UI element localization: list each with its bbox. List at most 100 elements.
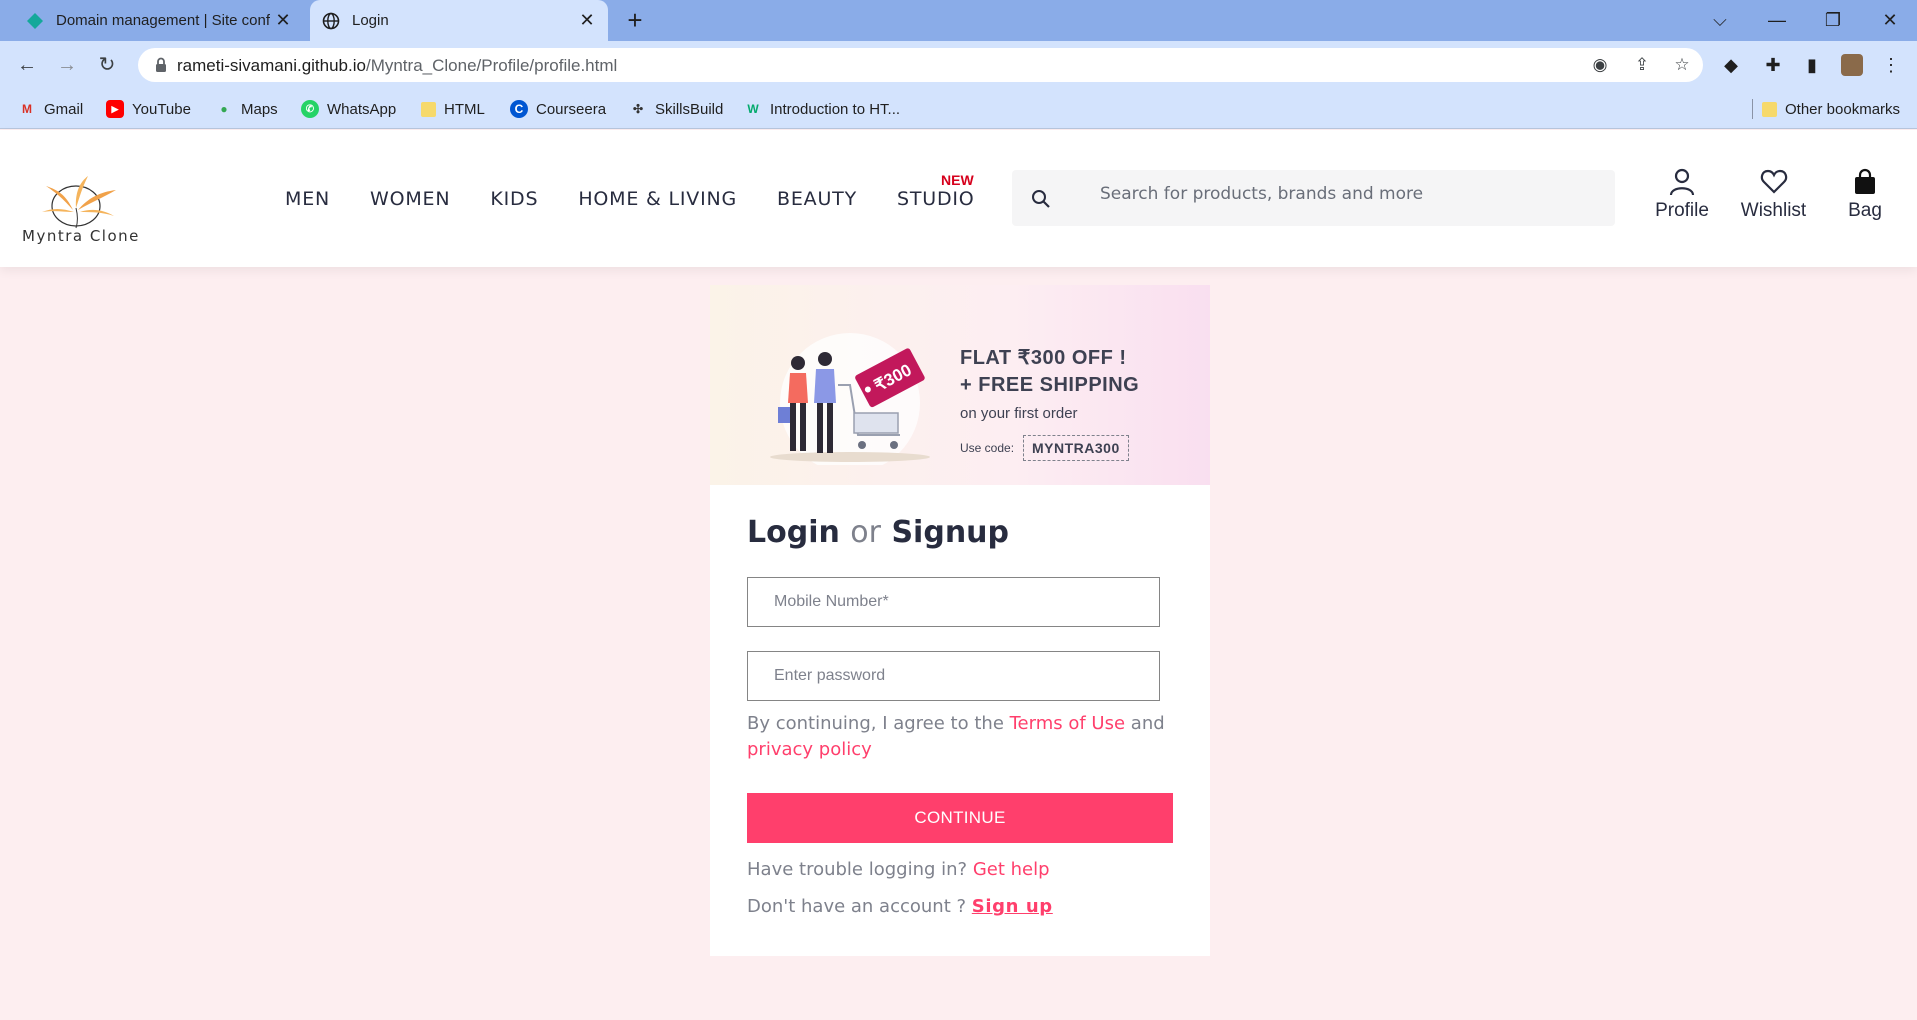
nav-studio[interactable]: STUDIO xyxy=(897,188,975,210)
reload-icon[interactable]: ↻ xyxy=(92,50,122,80)
bookmark-label: Courseera xyxy=(536,100,607,118)
offer-shipping: + FREE SHIPPING xyxy=(960,374,1140,396)
site-header: Myntra Clone MEN WOMEN KIDS HOME & LIVIN… xyxy=(0,130,1917,267)
offer-subtext: on your first order xyxy=(960,405,1078,422)
bookmark-label: Other bookmarks xyxy=(1785,100,1901,118)
tab-search-chevron-icon[interactable]: ⌵ xyxy=(1705,6,1735,34)
puzzle-extensions-icon[interactable]: ✚ xyxy=(1762,54,1784,76)
terms-and: and xyxy=(1130,713,1165,734)
user-icon xyxy=(1669,168,1695,196)
offer-banner: ₹300 FLAT ₹300 OFF ! + FREE SHIPPING on … xyxy=(710,285,1210,485)
bookmark-html[interactable]: HTML xyxy=(421,89,485,129)
tab-title: Domain management | Site confi xyxy=(56,12,270,29)
tab-domain-management[interactable]: Domain management | Site confi ✕ xyxy=(14,0,304,41)
bookmark-label: Gmail xyxy=(44,100,84,118)
login-heading: Login or Signup xyxy=(747,515,1009,550)
bookmark-label: YouTube xyxy=(132,100,191,118)
profile-action[interactable]: Profile xyxy=(1652,168,1712,222)
shopping-couple-illustration: ₹300 xyxy=(770,333,930,465)
terms-prefix: By continuing, I agree to the xyxy=(747,713,1004,734)
or-word: or xyxy=(850,515,881,550)
bookmark-maps[interactable]: ● Maps xyxy=(215,89,278,129)
logo-text: Myntra Clone xyxy=(22,227,140,245)
wishlist-label: Wishlist xyxy=(1740,200,1807,221)
shopping-bag-icon xyxy=(1855,168,1875,194)
bookmark-youtube[interactable]: ▶ YouTube xyxy=(106,89,191,129)
bookmark-introduction-to-html[interactable]: W Introduction to HT... xyxy=(744,89,900,129)
bookmark-skillsbuild[interactable]: ✣ SkillsBuild xyxy=(629,89,723,129)
bookmark-other-bookmarks[interactable]: Other bookmarks xyxy=(1762,89,1900,129)
heart-icon xyxy=(1760,169,1787,194)
star-bookmark-icon[interactable]: ☆ xyxy=(1672,55,1692,75)
coursera-icon: C xyxy=(510,100,528,118)
login-card: ₹300 FLAT ₹300 OFF ! + FREE SHIPPING on … xyxy=(710,285,1210,956)
bookmark-label: Introduction to HT... xyxy=(770,100,901,118)
bag-label: Bag xyxy=(1848,200,1882,221)
profile-avatar[interactable] xyxy=(1841,54,1863,76)
bookmark-label: Maps xyxy=(241,100,278,118)
password-field[interactable] xyxy=(747,651,1160,701)
url-path: /Myntra_Clone/Profile/profile.html xyxy=(365,56,618,75)
eye-off-icon[interactable]: ◉ xyxy=(1590,55,1610,75)
side-panel-icon[interactable]: ▮ xyxy=(1801,54,1823,76)
url-host: rameti-sivamani.github.io xyxy=(177,56,366,75)
mobile-number-field[interactable] xyxy=(747,577,1160,627)
restore-icon[interactable]: ❐ xyxy=(1818,6,1848,34)
nav-women[interactable]: WOMEN xyxy=(370,188,450,210)
coupon-code: MYNTRA300 xyxy=(1023,435,1129,461)
bookmark-label: WhatsApp xyxy=(327,100,397,118)
bookmark-gmail[interactable]: M Gmail xyxy=(18,89,83,129)
trouble-text: Have trouble logging in? xyxy=(747,859,968,880)
folder-icon xyxy=(1762,101,1777,117)
tab-title: Login xyxy=(352,12,389,29)
url-text: rameti-sivamani.github.io/Myntra_Clone/P… xyxy=(177,56,617,76)
extension-app-icon[interactable]: ◆ xyxy=(1720,54,1742,76)
sign-up-link[interactable]: Sign up xyxy=(972,896,1053,917)
bookmarks-divider xyxy=(1752,99,1753,119)
whatsapp-icon: ✆ xyxy=(301,100,319,118)
diamond-favicon-icon xyxy=(27,12,43,29)
get-help-link[interactable]: Get help xyxy=(973,859,1050,880)
tab-close-icon[interactable]: ✕ xyxy=(574,10,600,31)
continue-button[interactable]: CONTINUE xyxy=(747,793,1173,843)
terms-text: By continuing, I agree to the Terms of U… xyxy=(747,711,1177,763)
browser-toolbar: ← → ↻ rameti-sivamani.github.io/Myntra_C… xyxy=(0,41,1917,89)
gmail-icon: M xyxy=(22,102,32,116)
bookmark-label: SkillsBuild xyxy=(655,100,724,118)
search-input[interactable] xyxy=(1100,184,1600,204)
signup-line: Don't have an account ? Sign up xyxy=(747,896,1053,917)
product-search[interactable] xyxy=(1012,170,1615,226)
nav-kids[interactable]: KIDS xyxy=(490,188,538,210)
share-icon[interactable]: ⇪ xyxy=(1632,55,1652,75)
globe-icon xyxy=(322,12,340,29)
folder-icon xyxy=(421,101,436,117)
signup-word: Signup xyxy=(891,515,1010,550)
main-nav: MEN WOMEN KIDS HOME & LIVING BEAUTY STUD… xyxy=(285,130,1015,267)
nav-beauty[interactable]: BEAUTY xyxy=(777,188,857,210)
menu-kebab-icon[interactable]: ⋮ xyxy=(1880,54,1902,76)
address-bar[interactable]: rameti-sivamani.github.io/Myntra_Clone/P… xyxy=(138,48,1703,82)
tab-login[interactable]: Login ✕ xyxy=(310,0,608,41)
coupon-label: Use code: xyxy=(960,441,1015,455)
no-account-text: Don't have an account ? xyxy=(747,896,967,917)
profile-label: Profile xyxy=(1655,200,1709,221)
wishlist-action[interactable]: Wishlist xyxy=(1737,168,1810,222)
forward-arrow-icon[interactable]: → xyxy=(52,50,82,80)
tab-close-icon[interactable]: ✕ xyxy=(270,10,296,31)
close-window-icon[interactable]: ✕ xyxy=(1875,6,1905,34)
bookmark-courseera[interactable]: C Courseera xyxy=(510,89,606,129)
search-icon xyxy=(1032,190,1050,208)
nav-men[interactable]: MEN xyxy=(285,188,330,210)
bag-action[interactable]: Bag xyxy=(1842,168,1888,222)
offer-headline: FLAT ₹300 OFF ! xyxy=(960,347,1127,369)
nav-home-living[interactable]: HOME & LIVING xyxy=(578,188,737,210)
back-arrow-icon[interactable]: ← xyxy=(12,50,42,80)
youtube-icon: ▶ xyxy=(106,100,124,118)
terms-of-use-link[interactable]: Terms of Use xyxy=(1010,713,1125,734)
bookmark-whatsapp[interactable]: ✆ WhatsApp xyxy=(301,89,396,129)
bookmark-label: HTML xyxy=(444,100,485,118)
privacy-policy-link[interactable]: privacy policy xyxy=(747,739,872,760)
trouble-line: Have trouble logging in? Get help xyxy=(747,859,1050,880)
minimize-icon[interactable]: — xyxy=(1762,6,1792,34)
new-tab-plus-icon[interactable]: + xyxy=(620,6,650,36)
